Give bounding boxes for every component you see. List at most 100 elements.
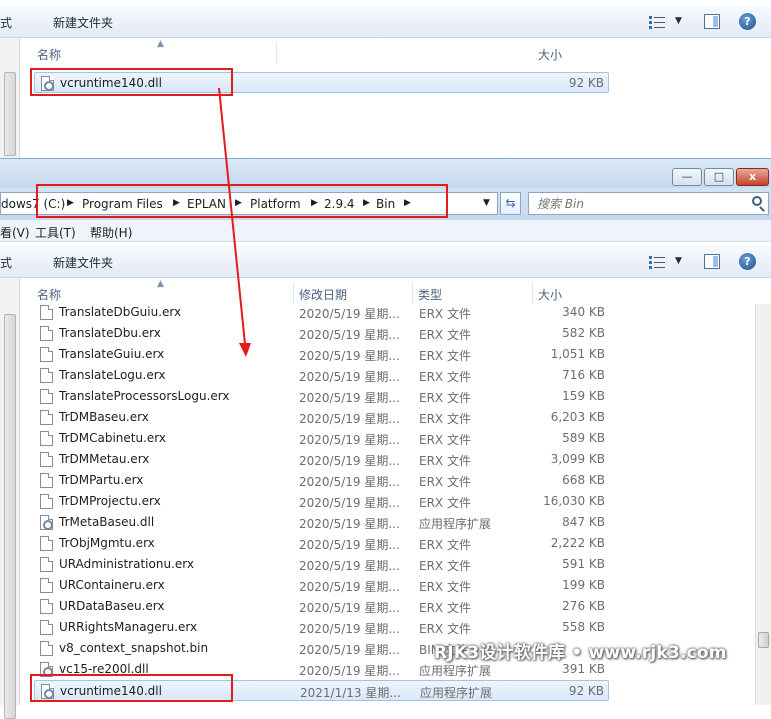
source-file-highlight-box [30,68,233,96]
help-icon[interactable]: ? [739,13,756,30]
preview-pane-icon[interactable] [704,14,720,29]
file-row[interactable]: URDataBaseu.erx 2020/5/19 星期... ERX 文件 276 … [34,596,609,617]
new-folder-button[interactable]: 新建文件夹 [53,254,113,271]
file-icon [40,431,53,446]
file-row[interactable]: TranslateProcessorsLogu.erx 2020/5/19 星期.… [34,386,609,407]
file-size: 591 KB [562,557,605,571]
nav-pane-scrollbar[interactable] [4,314,16,719]
file-name: TrDMCabinetu.erx [59,431,166,445]
file-row[interactable]: TrDMPartu.erx 2020/5/19 星期... ERX 文件 668 KB [34,470,609,491]
file-row[interactable]: TranslateGuiu.erx 2020/5/19 星期... ERX 文件 1,… [34,344,609,365]
view-dropdown-icon[interactable]: ▼ [675,16,682,26]
menu-view[interactable]: 看(V) [0,224,30,241]
source-toolbar: 式 新建文件夹 ▼ ? [0,6,771,38]
file-size: 276 KB [562,599,605,613]
column-divider[interactable] [412,282,413,304]
file-icon [40,599,53,614]
help-icon[interactable]: ? [739,253,756,270]
file-row[interactable]: TrObjMgmtu.erx 2020/5/19 星期... ERX 文件 2,222… [34,533,609,554]
source-column-header: ▲ 名称 大小 [20,39,771,64]
column-divider[interactable] [293,282,294,304]
file-date-modified: 2020/5/19 星期... [299,370,400,384]
file-icon [40,641,53,656]
file-row[interactable]: TranslateDbGuiu.erx 2020/5/19 星期... ERX 文件… [34,302,609,323]
address-history-dropdown-icon[interactable]: ▼ [483,198,490,208]
file-name: TranslateLogu.erx [59,368,166,382]
file-size: 340 KB [562,305,605,319]
file-row[interactable]: TranslateLogu.erx 2020/5/19 星期... ERX 文件 71… [34,365,609,386]
file-date-modified: 2020/5/19 星期... [299,454,400,468]
column-divider[interactable] [276,42,277,64]
menu-help[interactable]: 帮助(H) [90,224,132,241]
main-toolbar: 式 新建文件夹 ▼ ? [0,246,771,278]
file-date-modified: 2020/5/19 星期... [299,328,400,342]
file-size: 668 KB [562,473,605,487]
file-row[interactable]: TrDMCabinetu.erx 2020/5/19 星期... ERX 文件 589… [34,428,609,449]
file-name: TrDMProjectu.erx [59,494,161,508]
file-date-modified: 2020/5/19 星期... [299,349,400,363]
file-size: 716 KB [562,368,605,382]
file-type: ERX 文件 [419,328,471,342]
address-highlight-box [36,184,448,218]
search-icon[interactable] [752,196,762,206]
file-name: URAdministrationu.erx [59,557,194,571]
file-size: 92 KB [568,76,604,90]
file-row[interactable]: TranslateDbu.erx 2020/5/19 星期... ERX 文件 582… [34,323,609,344]
file-type: ERX 文件 [419,601,471,615]
organize-menu-partial[interactable]: 式 [0,14,12,31]
new-folder-button[interactable]: 新建文件夹 [53,14,113,31]
search-box[interactable] [528,192,769,215]
file-type: ERX 文件 [419,391,471,405]
file-row[interactable]: TrMetaBaseu.dll 2020/5/19 星期... 应用程序扩展 847 … [34,512,609,533]
close-button[interactable]: x [736,168,769,186]
file-size: 589 KB [562,431,605,445]
file-date-modified: 2020/5/19 星期... [299,538,400,552]
file-type: ERX 文件 [419,349,471,363]
source-nav-scrollbar[interactable] [4,72,16,156]
file-row[interactable]: URRightsManageru.erx 2020/5/19 星期... ERX 文… [34,617,609,638]
file-icon [40,578,53,593]
organize-menu-partial[interactable]: 式 [0,254,12,271]
file-size: 3,099 KB [550,452,605,466]
file-name: TrDMMetau.erx [59,452,150,466]
file-list-scrollbar[interactable] [755,304,771,705]
file-date-modified: 2020/5/19 星期... [299,517,400,531]
file-row[interactable]: URAdministrationu.erx 2020/5/19 星期... ERX … [34,554,609,575]
file-size: 1,051 KB [550,347,605,361]
file-type: ERX 文件 [419,454,471,468]
preview-pane-icon[interactable] [704,254,720,269]
file-row[interactable]: URContaineru.erx 2020/5/19 星期... ERX 文件 199… [34,575,609,596]
file-size: 558 KB [562,620,605,634]
file-type: ERX 文件 [419,538,471,552]
view-dropdown-icon[interactable]: ▼ [675,256,682,266]
menu-tools[interactable]: 工具(T) [35,224,76,241]
search-input[interactable] [537,193,747,214]
file-icon [40,326,53,341]
view-options-icon[interactable] [649,255,665,269]
file-type: 应用程序扩展 [419,517,492,531]
file-name: URContaineru.erx [59,578,165,592]
column-name[interactable]: 名称 [37,46,61,64]
column-size[interactable]: 大小 [538,46,562,64]
file-size: 16,030 KB [543,494,605,508]
view-options-icon[interactable] [649,15,665,29]
file-size: 391 KB [562,662,605,676]
file-type: ERX 文件 [419,307,471,321]
file-date-modified: 2021/1/13 星期... [300,686,401,700]
file-date-modified: 2020/5/19 星期... [299,664,400,678]
file-row[interactable]: TrDMMetau.erx 2020/5/19 星期... ERX 文件 3,099 … [34,449,609,470]
maximize-button[interactable]: □ [704,168,734,186]
file-name: v8_context_snapshot.bin [59,641,209,655]
file-name: TranslateDbu.erx [59,326,161,340]
file-row[interactable]: TrDMProjectu.erx 2020/5/19 星期... ERX 文件 16,… [34,491,609,512]
file-size: 2,222 KB [550,536,605,550]
minimize-button[interactable]: — [672,168,702,186]
file-row[interactable]: TrDMBaseu.erx 2020/5/19 星期... ERX 文件 6,203 … [34,407,609,428]
file-name: TrMetaBaseu.dll [59,515,155,529]
refresh-icon[interactable]: ⇆ [500,192,521,215]
column-divider[interactable] [532,282,533,304]
file-size: 92 KB [568,684,604,698]
destination-explorer-window: — □ x dows7 (C:) ▶ Program Files ▶ EPLAN… [0,158,771,719]
scrollbar-thumb[interactable] [758,632,769,648]
file-date-modified: 2020/5/19 星期... [299,580,400,594]
